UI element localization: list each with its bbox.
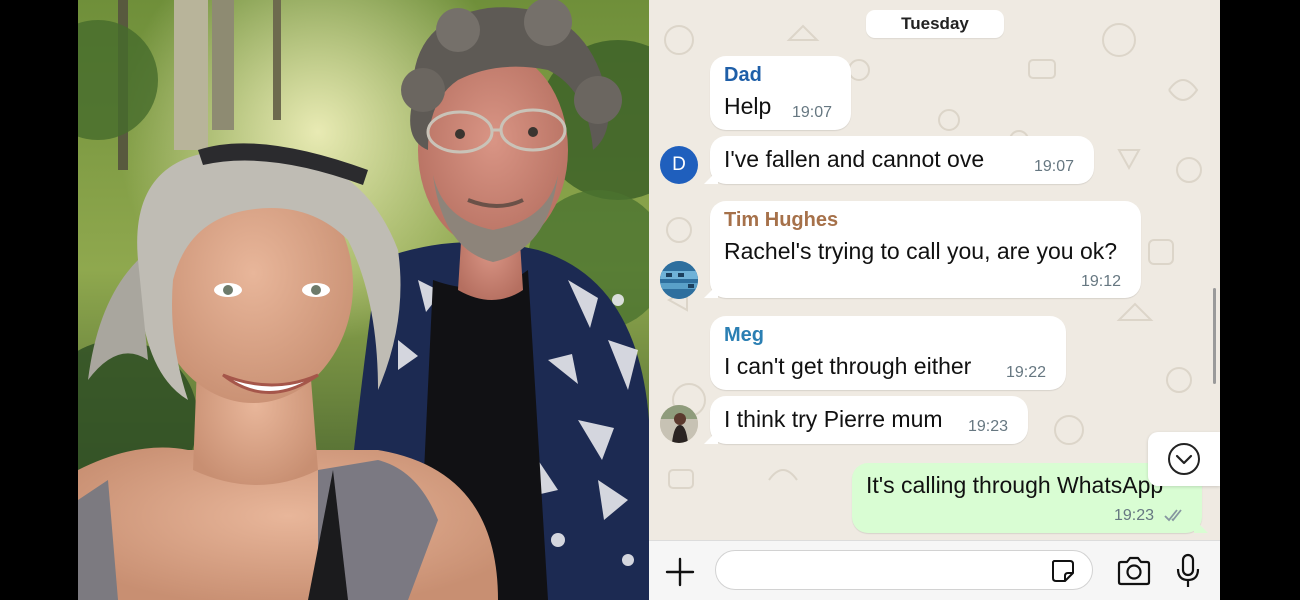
sticker-icon[interactable] bbox=[1049, 557, 1077, 585]
camera-icon[interactable] bbox=[1116, 555, 1152, 587]
message-time: 19:22 bbox=[1006, 364, 1047, 381]
message-text: I think try Pierre mum bbox=[724, 406, 943, 432]
microphone-icon[interactable] bbox=[1175, 553, 1201, 589]
sender-name-meg: Meg bbox=[724, 324, 764, 346]
chat-panel: Tuesday Dad Help 19:07 D I've fallen and… bbox=[649, 0, 1220, 600]
message-text: Rachel's trying to call you, are you ok? bbox=[724, 238, 1118, 264]
message-text: It's calling through WhatsApp bbox=[866, 472, 1164, 498]
avatar-meg[interactable] bbox=[660, 405, 698, 443]
message-bubble-dad-help[interactable]: Dad Help 19:07 bbox=[710, 56, 851, 130]
message-text: I've fallen and cannot ove bbox=[724, 146, 985, 172]
avatar-tim-hughes[interactable] bbox=[660, 261, 698, 299]
avatar-dad[interactable]: D bbox=[660, 146, 698, 184]
sender-name-tim-hughes: Tim Hughes bbox=[724, 209, 839, 231]
double-check-icon bbox=[1164, 509, 1182, 522]
scrollbar[interactable] bbox=[1213, 288, 1216, 384]
date-separator: Tuesday bbox=[866, 10, 1004, 38]
message-time: 19:07 bbox=[1034, 158, 1075, 175]
scroll-to-bottom-button[interactable] bbox=[1148, 432, 1220, 486]
selfie-photo bbox=[78, 0, 649, 600]
message-text: I can't get through either bbox=[724, 353, 972, 379]
message-bubble-meg-cant-get-through[interactable]: Meg I can't get through either 19:22 bbox=[710, 316, 1066, 390]
message-input[interactable] bbox=[715, 550, 1093, 590]
sender-name-dad: Dad bbox=[724, 64, 762, 86]
plus-icon[interactable] bbox=[663, 555, 697, 589]
message-time: 19:23 bbox=[968, 418, 1009, 435]
message-bubble-meg-try-pierre[interactable]: I think try Pierre mum 19:23 bbox=[704, 396, 1028, 444]
message-time: 19:07 bbox=[792, 104, 833, 121]
chevron-down-icon bbox=[1168, 443, 1200, 475]
message-time: 19:23 bbox=[1114, 507, 1155, 524]
message-bubble-tim-hughes[interactable]: Tim Hughes Rachel's trying to call you, … bbox=[704, 201, 1141, 298]
message-time: 19:12 bbox=[1081, 273, 1122, 290]
message-bubble-dad-fallen[interactable]: I've fallen and cannot ove 19:07 bbox=[704, 136, 1094, 184]
message-composer bbox=[649, 540, 1220, 600]
message-text: Help bbox=[724, 93, 772, 119]
